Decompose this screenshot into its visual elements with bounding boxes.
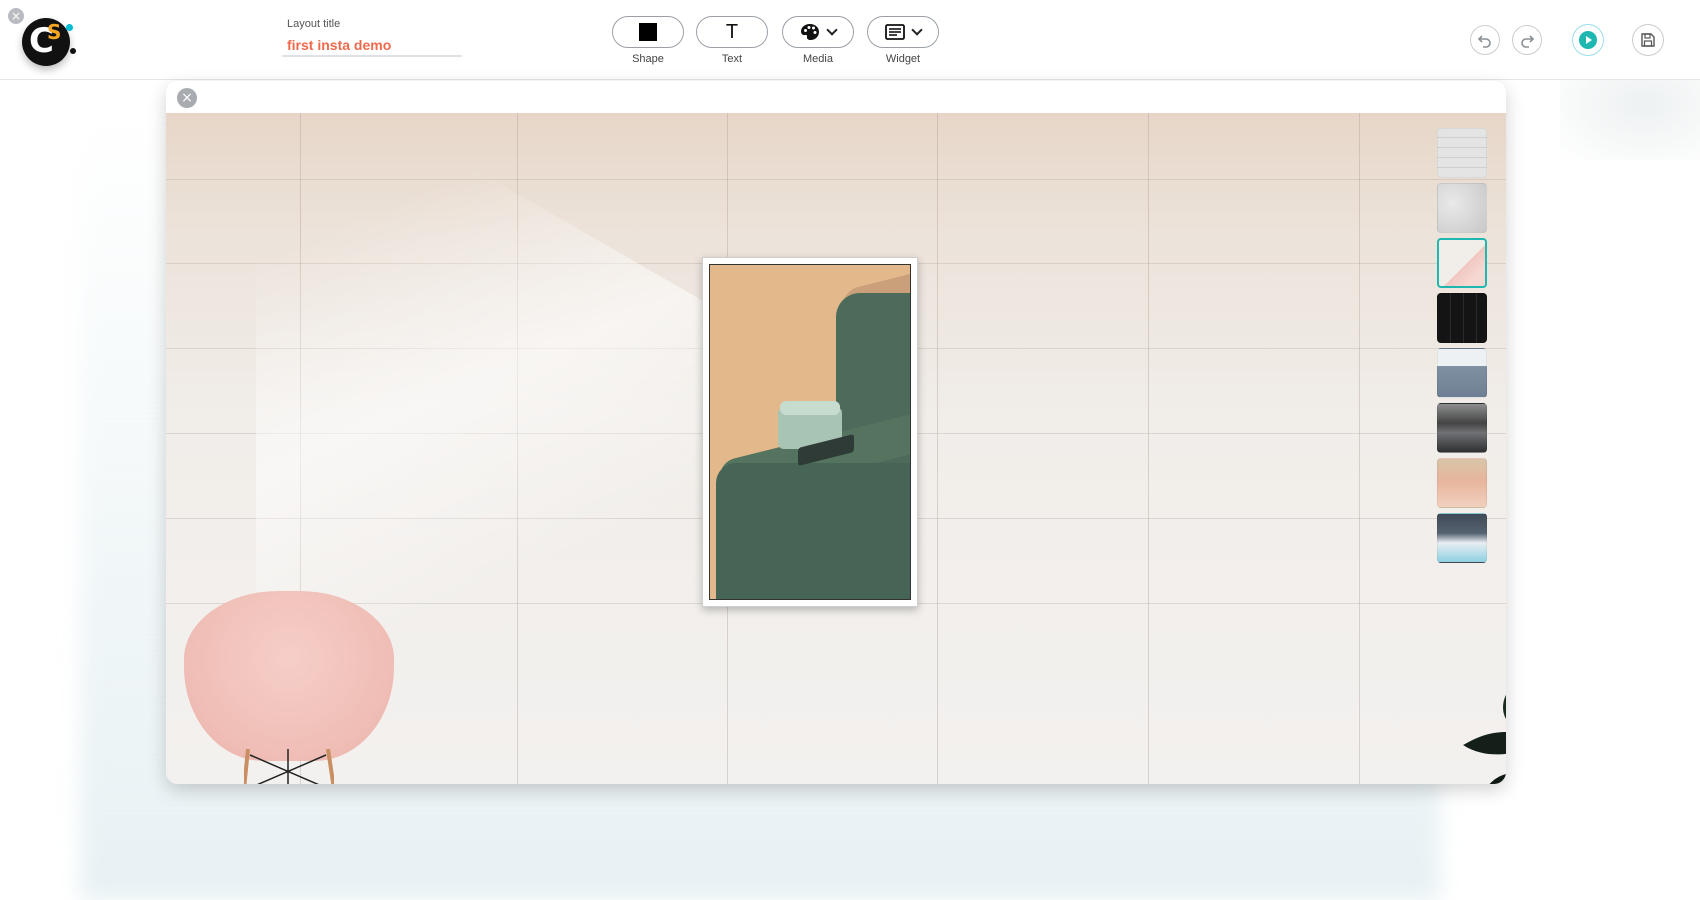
- square-icon: [639, 23, 657, 41]
- tool-media: Media: [782, 16, 854, 65]
- top-toolbar: × C S Layout title Shape T Text: [0, 0, 1700, 80]
- undo-icon: [1477, 35, 1491, 48]
- tile-line: [1148, 113, 1149, 784]
- text-icon: T: [725, 20, 739, 43]
- layout-title-input[interactable]: [282, 35, 462, 57]
- thumbnail-bedroom[interactable]: [1437, 513, 1487, 563]
- chevron-down-icon: [911, 24, 923, 36]
- media-button[interactable]: [782, 16, 854, 48]
- logo-dot: [70, 48, 76, 54]
- tool-widget: Widget: [867, 16, 939, 65]
- logo-letter-s: S: [47, 20, 62, 44]
- tool-text: T Text: [696, 16, 768, 65]
- plant-image: [1463, 695, 1506, 784]
- text-button[interactable]: T: [696, 16, 768, 48]
- thumbnail-marble[interactable]: [1437, 183, 1487, 233]
- redo-icon: [1521, 35, 1535, 48]
- media-label: Media: [803, 53, 833, 65]
- shape-label: Shape: [632, 53, 664, 65]
- background-blur: [1560, 80, 1700, 160]
- save-icon: [1641, 33, 1655, 47]
- undo-button[interactable]: [1470, 25, 1500, 55]
- chevron-down-icon: [826, 24, 838, 36]
- widget-button[interactable]: [867, 16, 939, 48]
- tile-line: [937, 113, 938, 784]
- app-logo[interactable]: C S: [22, 18, 76, 66]
- background-thumbnails: [1437, 128, 1489, 568]
- close-icon[interactable]: ×: [8, 8, 24, 24]
- thumbnail-white-brick[interactable]: [1437, 128, 1487, 178]
- chair-image: [184, 591, 394, 761]
- picture-frame[interactable]: [702, 257, 918, 607]
- layout-title-field: Layout title: [282, 18, 462, 57]
- redo-button[interactable]: [1512, 25, 1542, 55]
- shape-button[interactable]: [612, 16, 684, 48]
- chair-legs: [244, 749, 334, 784]
- save-button[interactable]: [1632, 24, 1664, 56]
- widget-icon: [885, 24, 905, 40]
- widget-label: Widget: [885, 53, 921, 65]
- product-photo: [709, 264, 911, 600]
- wall-background: [166, 81, 1506, 784]
- thumbnail-pink-chair-room[interactable]: [1437, 238, 1487, 288]
- design-canvas[interactable]: ×: [166, 81, 1506, 784]
- thumbnail-kitchen[interactable]: [1437, 403, 1487, 453]
- play-button[interactable]: [1572, 24, 1604, 56]
- logo-dot: [66, 24, 73, 31]
- layout-title-label: Layout title: [287, 18, 341, 30]
- text-label: Text: [721, 53, 743, 65]
- thumbnail-black-tiles[interactable]: [1437, 293, 1487, 343]
- close-icon[interactable]: ×: [177, 88, 197, 108]
- tool-shape: Shape: [612, 16, 684, 65]
- photo-shape: [716, 463, 910, 599]
- play-icon: [1579, 31, 1597, 49]
- thumbnail-peach-marble[interactable]: [1437, 458, 1487, 508]
- photo-shape: [780, 401, 840, 415]
- tile-line: [1359, 113, 1360, 784]
- palette-icon: [801, 24, 819, 40]
- thumbnail-blue-sofa[interactable]: [1437, 348, 1487, 398]
